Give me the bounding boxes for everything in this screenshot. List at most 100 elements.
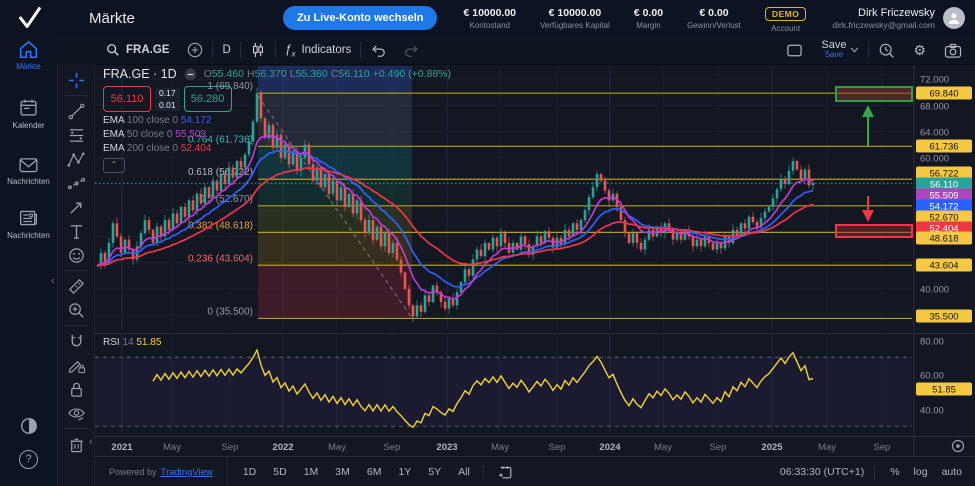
undo-button[interactable]: [361, 36, 395, 64]
trash-icon: [67, 435, 86, 454]
crosshair-tool[interactable]: [63, 68, 89, 92]
sidebar-item-kalender[interactable]: Kalender: [0, 97, 57, 130]
range-button-1d[interactable]: 1D: [236, 463, 263, 481]
ruler-icon: [67, 277, 86, 296]
range-button-1m[interactable]: 1M: [297, 463, 326, 481]
search-icon: [106, 43, 120, 57]
nav-collapse-handle[interactable]: ‹: [51, 276, 55, 286]
interval-button[interactable]: D: [213, 36, 239, 64]
sidebar-item-nachrichten-news[interactable]: Nachrichten: [0, 208, 57, 240]
chart-area[interactable]: 1 (69.840)0.764 (61.736)0.618 (56.722)0.…: [95, 64, 975, 456]
question-mark-icon: ?: [19, 450, 38, 469]
xabcd-pattern-icon: [67, 150, 86, 169]
date-range-buttons: 1D5D1M3M6M1Y5YAll: [236, 463, 477, 481]
range-button-6m[interactable]: 6M: [360, 463, 389, 481]
camera-icon: [944, 43, 962, 58]
svg-text:Sep: Sep: [549, 442, 566, 453]
prediction-tool[interactable]: [63, 171, 89, 195]
axis-settings-icon[interactable]: [953, 441, 964, 452]
help-button[interactable]: ?: [19, 450, 39, 470]
measure-tool[interactable]: [63, 274, 89, 298]
account-stats: € 10000.00 Kontostand € 10000.00 Verfügb…: [463, 4, 806, 33]
drawbar-collapse-handle[interactable]: ‹: [89, 437, 93, 447]
symbol-search-button[interactable]: FRA.GE: [97, 36, 178, 64]
save-layout-button[interactable]: Save Save: [812, 40, 868, 60]
rsi-legend[interactable]: RSI 14 51.85: [103, 337, 161, 348]
svg-text:60.000: 60.000: [920, 154, 949, 165]
screenshot-button[interactable]: [935, 43, 971, 58]
svg-text:2025: 2025: [761, 442, 783, 453]
newspaper-icon: [18, 208, 39, 228]
indicators-button[interactable]: ƒx Indicators: [276, 36, 361, 64]
market-hours-button[interactable]: [869, 42, 904, 59]
candlestick-icon: [250, 42, 266, 58]
range-button-5y[interactable]: 5Y: [421, 463, 448, 481]
arrow-marker-tool[interactable]: [63, 195, 89, 219]
redo-button[interactable]: [395, 36, 429, 64]
ema-100-legend[interactable]: EMA 100 close 0 54.172: [103, 115, 451, 126]
auto-scale-toggle[interactable]: auto: [937, 464, 967, 480]
emoji-tool[interactable]: [63, 243, 89, 267]
clock-display[interactable]: 06:33:30 (UTC+1): [780, 466, 864, 478]
range-button-1y[interactable]: 1Y: [391, 463, 418, 481]
chart-settings-button[interactable]: ⚙: [904, 42, 935, 59]
user-info: Dirk Friczewsky dirk.friczewsky@gmail.co…: [832, 7, 935, 30]
magnet-tool[interactable]: [63, 329, 89, 353]
log-scale-toggle[interactable]: log: [909, 464, 933, 480]
magnet-icon: [67, 332, 86, 351]
percent-scale-toggle[interactable]: %: [885, 464, 904, 480]
collapse-circle-icon[interactable]: [184, 68, 197, 81]
fib-retracement-tool[interactable]: [63, 123, 89, 147]
checkmark-logo-icon: [12, 3, 46, 33]
fullscreen-button[interactable]: [777, 43, 812, 58]
text-icon: [67, 222, 86, 241]
compare-add-symbol-button[interactable]: [178, 36, 212, 64]
range-button-5d[interactable]: 5D: [266, 463, 293, 481]
buy-ask-button[interactable]: 56.280: [184, 86, 232, 112]
zoom-in-icon: [67, 301, 86, 320]
legend-symbol-title[interactable]: FRA.GE · 1D: [103, 67, 177, 81]
annotations[interactable]: [836, 87, 912, 237]
sidebar-item-label: Kalender: [0, 121, 57, 130]
sidebar-item-nachrichten-mail[interactable]: Nachrichten: [0, 156, 57, 186]
chevron-down-icon: [850, 47, 859, 53]
text-tool[interactable]: [63, 219, 89, 243]
price-axis[interactable]: 72.00069.84068.00064.00061.73660.00056.7…: [916, 75, 972, 417]
user-avatar[interactable]: [943, 7, 965, 29]
theme-toggle[interactable]: [19, 416, 39, 436]
range-button-all[interactable]: All: [451, 463, 477, 481]
home-icon: [18, 40, 39, 59]
switch-to-live-account-button[interactable]: Zu Live-Konto wechseln: [283, 6, 438, 30]
account-type-selector[interactable]: DEMO Account: [765, 4, 807, 33]
user-email: dirk.friczewsky@gmail.com: [832, 20, 935, 30]
legend-collapse-button[interactable]: ⌃: [103, 158, 125, 173]
xabcd-pattern-tool[interactable]: [63, 147, 89, 171]
range-button-3m[interactable]: 3M: [328, 463, 357, 481]
ema-50-legend[interactable]: EMA 50 close 0 55.509: [103, 129, 451, 140]
contrast-icon: [19, 416, 39, 436]
time-axis[interactable]: 2021MaySep2022MaySep2023MaySep2024MaySep…: [111, 442, 890, 453]
fib-retracement-icon: [67, 126, 86, 145]
broker-logo[interactable]: [0, 0, 57, 36]
trading-platform-window: Märkte Kalender Nachrichten: [0, 0, 975, 486]
redo-icon: [404, 43, 420, 57]
remove-drawings-tool[interactable]: [63, 432, 89, 456]
tradingview-attribution: Powered by TradingView: [95, 457, 228, 486]
stay-in-drawing-mode-tool[interactable]: [63, 353, 89, 377]
svg-text:May: May: [328, 442, 346, 453]
sidebar-item-maerkte[interactable]: Märkte: [0, 40, 57, 71]
lock-all-drawings-tool[interactable]: [63, 377, 89, 401]
tradingview-link[interactable]: TradingView: [161, 467, 213, 478]
ema-200-legend[interactable]: EMA 200 close 0 52.404: [103, 143, 451, 154]
hide-drawings-tool[interactable]: [63, 401, 89, 425]
sell-bid-button[interactable]: 56.110: [103, 86, 151, 112]
svg-text:48.618: 48.618: [929, 234, 958, 245]
svg-text:2022: 2022: [272, 442, 293, 453]
zoom-in-tool[interactable]: [63, 298, 89, 322]
go-to-date-icon: [497, 464, 513, 480]
lock-icon: [67, 380, 86, 399]
go-to-date-button[interactable]: [490, 461, 520, 483]
svg-text:72.000: 72.000: [920, 75, 949, 86]
trend-line-tool[interactable]: [63, 99, 89, 123]
chart-type-button[interactable]: [241, 36, 275, 64]
